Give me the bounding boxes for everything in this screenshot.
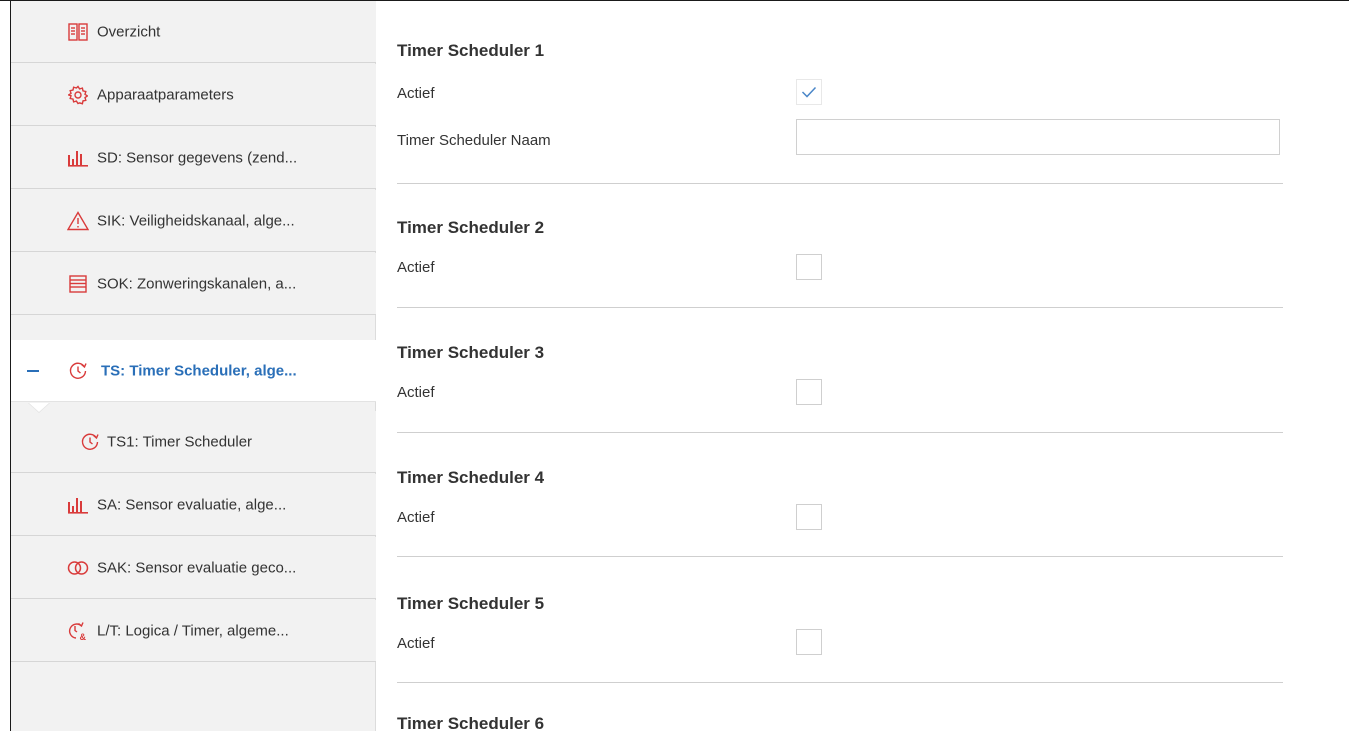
sidebar-item-sd-sensor-gegevens[interactable]: SD: Sensor gegevens (zend... — [11, 127, 376, 189]
bar-chart-icon — [67, 494, 89, 516]
section-title: Timer Scheduler 1 — [397, 41, 545, 60]
sidebar-item-apparaatparameters[interactable]: Apparaatparameters — [11, 64, 376, 126]
linked-circles-icon — [67, 557, 89, 579]
section-title: Timer Scheduler 5 — [397, 594, 545, 613]
sidebar-item-lt-logica-timer[interactable]: & L/T: Logica / Timer, algeme... — [11, 600, 376, 662]
actief-label: Actief — [397, 509, 435, 526]
book-icon — [67, 21, 89, 43]
sidebar-item-sak-sensor-evaluatie[interactable]: SAK: Sensor evaluatie geco... — [11, 537, 376, 599]
section-divider — [397, 307, 1283, 308]
timer-icon — [67, 360, 89, 382]
sidebar-item-label: SA: Sensor evaluatie, alge... — [97, 496, 287, 513]
actief-checkbox[interactable] — [796, 79, 822, 105]
bar-chart-icon — [67, 147, 89, 169]
sidebar-item-label: TS: Timer Scheduler, alge... — [101, 362, 297, 379]
sidebar-item-label: L/T: Logica / Timer, algeme... — [97, 622, 289, 639]
sidebar-item-ts-timer-scheduler[interactable]: TS: Timer Scheduler, alge... — [11, 340, 376, 402]
actief-label: Actief — [397, 85, 435, 102]
section-title: Timer Scheduler 6 — [397, 714, 545, 731]
checkmark-icon — [801, 86, 817, 98]
timer-icon — [79, 431, 101, 453]
logic-timer-icon: & — [67, 620, 89, 642]
collapse-dash-icon[interactable] — [27, 369, 39, 372]
section-divider — [397, 183, 1283, 184]
shutter-icon — [67, 273, 89, 295]
main-content: Timer Scheduler 1 Actief Timer Scheduler… — [377, 1, 1349, 731]
timer-scheduler-naam-label: Timer Scheduler Naam — [397, 132, 551, 149]
gear-icon — [67, 84, 89, 106]
section-divider — [397, 556, 1283, 557]
active-indicator-notch — [29, 403, 49, 412]
sidebar-item-ts1-timer-scheduler[interactable]: TS1: Timer Scheduler — [11, 411, 376, 473]
sidebar-item-label: SAK: Sensor evaluatie geco... — [97, 559, 297, 576]
sidebar-item-sok-zonweringskanalen[interactable]: SOK: Zonweringskanalen, a... — [11, 253, 376, 315]
section-divider — [397, 682, 1283, 683]
sidebar-item-overzicht[interactable]: Overzicht — [11, 1, 376, 63]
sidebar-item-label: Apparaatparameters — [97, 86, 234, 103]
actief-checkbox[interactable] — [796, 504, 822, 530]
sidebar-item-sa-sensor-evaluatie[interactable]: SA: Sensor evaluatie, alge... — [11, 474, 376, 536]
actief-label: Actief — [397, 259, 435, 276]
section-title: Timer Scheduler 2 — [397, 218, 545, 237]
actief-checkbox[interactable] — [796, 629, 822, 655]
actief-label: Actief — [397, 635, 435, 652]
sidebar-item-label: SIK: Veiligheidskanaal, alge... — [97, 212, 295, 229]
actief-checkbox[interactable] — [796, 379, 822, 405]
sidebar: Overzicht Apparaatparameters SD: Sensor … — [11, 1, 376, 731]
section-title: Timer Scheduler 3 — [397, 343, 545, 362]
warning-icon — [67, 210, 89, 232]
sidebar-item-label: SOK: Zonweringskanalen, a... — [97, 275, 297, 292]
svg-text:&: & — [80, 632, 87, 641]
sidebar-item-sik-veiligheidskanaal[interactable]: SIK: Veiligheidskanaal, alge... — [11, 190, 376, 252]
sidebar-item-label: Overzicht — [97, 23, 161, 40]
sidebar-item-label: TS1: Timer Scheduler — [107, 433, 253, 450]
actief-label: Actief — [397, 384, 435, 401]
actief-checkbox[interactable] — [796, 254, 822, 280]
timer-scheduler-naam-input[interactable] — [796, 119, 1280, 155]
section-title: Timer Scheduler 4 — [397, 468, 545, 487]
section-divider — [397, 432, 1283, 433]
sidebar-item-label: SD: Sensor gegevens (zend... — [97, 149, 298, 166]
